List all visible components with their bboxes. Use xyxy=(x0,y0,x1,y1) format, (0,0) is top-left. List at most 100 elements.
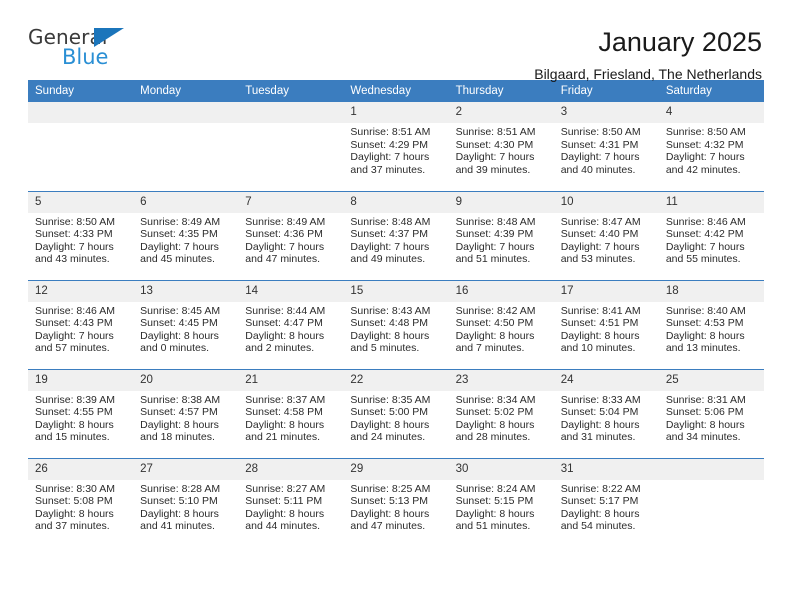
sunrise-time: Sunrise: 8:51 AM xyxy=(350,126,431,138)
calendar-day-cell[interactable]: 27 Sunrise: 8:28 AM Sunset: 5:10 PM Dayligh… xyxy=(133,457,239,548)
calendar-week-row: 5 Sunrise: 8:50 AM Sunset: 4:33 PM Daylight… xyxy=(28,190,764,280)
daylight-duration-line-2: and 13 minutes. xyxy=(665,342,741,355)
day-cell-inner: 8 Sunrise: 8:48 AM Sunset: 4:37 PM Daylight… xyxy=(343,191,449,280)
sunset-time: Sunset: 4:53 PM xyxy=(665,317,744,330)
daylight-duration-line-1: Daylight: 7 hours xyxy=(455,151,535,164)
day-cell-inner xyxy=(238,102,344,191)
page-subtitle: Bilgaard, Friesland, The Netherlands xyxy=(534,66,762,82)
daylight-duration-line-1: Daylight: 8 hours xyxy=(35,418,114,431)
sunset-time: Sunset: 4:50 PM xyxy=(455,317,534,330)
day-details: Sunrise: 8:31 AM Sunset: 5:06 PM Daylight:… xyxy=(659,391,764,444)
daylight-duration-line-2: and 7 minutes. xyxy=(455,342,525,355)
calendar-day-cell[interactable]: 25 Sunrise: 8:31 AM Sunset: 5:06 PM Dayligh… xyxy=(658,368,764,458)
calendar-day-cell[interactable]: 2 Sunrise: 8:51 AM Sunset: 4:30 PM Daylight… xyxy=(448,102,554,191)
calendar-day-cell[interactable]: 17 Sunrise: 8:41 AM Sunset: 4:51 PM Dayligh… xyxy=(553,279,659,369)
sunrise-time: Sunrise: 8:48 AM xyxy=(350,215,431,228)
sunset-time: Sunset: 4:30 PM xyxy=(455,138,534,151)
daylight-duration-line-2: and 43 minutes. xyxy=(35,253,110,266)
day-cell-inner: 13 Sunrise: 8:45 AM Sunset: 4:45 PM Dayligh… xyxy=(133,280,239,369)
day-number: 31 xyxy=(553,458,659,480)
daylight-duration-line-1: Daylight: 8 hours xyxy=(350,507,430,520)
sunset-time: Sunset: 4:58 PM xyxy=(245,406,323,419)
calendar-day-cell[interactable]: 23 Sunrise: 8:34 AM Sunset: 5:02 PM Dayligh… xyxy=(448,368,554,458)
day-cell-inner: 3 Sunrise: 8:50 AM Sunset: 4:31 PM Daylight… xyxy=(553,102,659,191)
sunset-time: Sunset: 4:45 PM xyxy=(140,317,218,330)
calendar-empty-cell xyxy=(238,102,344,191)
day-cell-inner: 29 Sunrise: 8:25 AM Sunset: 5:13 PM Dayligh… xyxy=(343,458,449,548)
day-number: 19 xyxy=(28,369,134,391)
calendar-day-cell[interactable]: 31 Sunrise: 8:22 AM Sunset: 5:17 PM Dayligh… xyxy=(553,457,659,548)
daylight-duration-line-2: and 31 minutes. xyxy=(560,431,636,444)
calendar-day-cell[interactable]: 8 Sunrise: 8:48 AM Sunset: 4:37 PM Daylight… xyxy=(343,190,449,280)
sunset-time: Sunset: 4:55 PM xyxy=(35,406,113,419)
day-cell-inner: 14 Sunrise: 8:44 AM Sunset: 4:47 PM Dayligh… xyxy=(238,280,344,369)
daylight-duration-line-1: Daylight: 7 hours xyxy=(665,240,745,253)
daylight-duration-line-1: Daylight: 8 hours xyxy=(665,329,745,342)
calendar-day-cell[interactable]: 22 Sunrise: 8:35 AM Sunset: 5:00 PM Dayligh… xyxy=(343,368,449,458)
day-details: Sunrise: 8:51 AM Sunset: 4:29 PM Daylight:… xyxy=(343,123,448,176)
day-details: Sunrise: 8:49 AM Sunset: 4:36 PM Daylight:… xyxy=(238,213,343,266)
sunrise-time: Sunrise: 8:45 AM xyxy=(140,304,221,317)
sunrise-time: Sunrise: 8:41 AM xyxy=(560,304,641,317)
day-number: 16 xyxy=(448,280,554,302)
sunrise-time: Sunrise: 8:47 AM xyxy=(560,215,641,228)
calendar-day-cell[interactable]: 12 Sunrise: 8:46 AM Sunset: 4:43 PM Dayligh… xyxy=(28,279,134,369)
calendar-day-cell[interactable]: 26 Sunrise: 8:30 AM Sunset: 5:08 PM Dayligh… xyxy=(28,457,134,547)
calendar-day-cell[interactable]: 30 Sunrise: 8:24 AM Sunset: 5:15 PM Dayligh… xyxy=(448,457,554,547)
calendar-week-row: 19 Sunrise: 8:39 AM Sunset: 4:55 PM Dayligh… xyxy=(28,368,764,458)
calendar-day-cell[interactable]: 4 Sunrise: 8:50 AM Sunset: 4:32 PM Daylight… xyxy=(658,102,764,191)
calendar-body: 1 Sunrise: 8:51 AM Sunset: 4:29 PM Daylight… xyxy=(28,102,764,547)
day-number: 10 xyxy=(553,191,659,213)
daylight-duration-line-1: Daylight: 8 hours xyxy=(665,418,745,431)
calendar-day-cell[interactable]: 7 Sunrise: 8:49 AM Sunset: 4:36 PM Daylight… xyxy=(238,190,344,280)
sunset-time: Sunset: 4:36 PM xyxy=(245,228,323,241)
daylight-duration-line-1: Daylight: 8 hours xyxy=(245,418,325,431)
sunrise-sunset-calendar: Sunday Monday Tuesday Wednesday Thursday… xyxy=(28,80,764,547)
daylight-duration-line-1: Daylight: 7 hours xyxy=(560,240,640,253)
day-details: Sunrise: 8:22 AM Sunset: 5:17 PM Daylight:… xyxy=(554,480,659,533)
day-number: 21 xyxy=(238,369,344,391)
calendar-day-cell[interactable]: 21 Sunrise: 8:37 AM Sunset: 4:58 PM Dayligh… xyxy=(238,368,344,458)
calendar-day-cell[interactable]: 15 Sunrise: 8:43 AM Sunset: 4:48 PM Dayligh… xyxy=(343,279,449,369)
calendar-day-cell[interactable]: 14 Sunrise: 8:44 AM Sunset: 4:47 PM Dayligh… xyxy=(238,279,344,369)
day-cell-inner: 27 Sunrise: 8:28 AM Sunset: 5:10 PM Dayligh… xyxy=(133,458,239,548)
day-cell-inner: 16 Sunrise: 8:42 AM Sunset: 4:50 PM Dayligh… xyxy=(448,280,554,369)
sunrise-time: Sunrise: 8:48 AM xyxy=(455,215,536,228)
calendar-day-cell[interactable]: 3 Sunrise: 8:50 AM Sunset: 4:31 PM Daylight… xyxy=(553,102,659,191)
day-number: 30 xyxy=(448,458,554,480)
calendar-day-cell[interactable]: 9 Sunrise: 8:48 AM Sunset: 4:39 PM Daylight… xyxy=(448,190,554,280)
sunrise-time: Sunrise: 8:33 AM xyxy=(560,393,641,406)
calendar-day-cell[interactable]: 24 Sunrise: 8:33 AM Sunset: 5:04 PM Dayligh… xyxy=(553,368,659,458)
calendar-day-cell[interactable]: 10 Sunrise: 8:47 AM Sunset: 4:40 PM Dayligh… xyxy=(553,190,659,280)
calendar-day-cell[interactable]: 6 Sunrise: 8:49 AM Sunset: 4:35 PM Daylight… xyxy=(133,190,239,280)
day-cell-inner: 28 Sunrise: 8:27 AM Sunset: 5:11 PM Dayligh… xyxy=(238,458,344,548)
calendar-day-cell[interactable]: 11 Sunrise: 8:46 AM Sunset: 4:42 PM Dayligh… xyxy=(658,190,764,280)
day-details: Sunrise: 8:42 AM Sunset: 4:50 PM Daylight:… xyxy=(449,302,554,355)
calendar-day-cell[interactable]: 28 Sunrise: 8:27 AM Sunset: 5:11 PM Dayligh… xyxy=(238,457,344,548)
daylight-duration-line-1: Daylight: 7 hours xyxy=(455,240,535,253)
calendar-day-cell[interactable]: 20 Sunrise: 8:38 AM Sunset: 4:57 PM Dayligh… xyxy=(133,368,239,458)
calendar-day-cell[interactable]: 19 Sunrise: 8:39 AM Sunset: 4:55 PM Dayligh… xyxy=(28,368,134,458)
calendar-day-cell[interactable]: 29 Sunrise: 8:25 AM Sunset: 5:13 PM Dayligh… xyxy=(343,457,449,548)
day-number: 2 xyxy=(448,102,554,123)
daylight-duration-line-2: and 28 minutes. xyxy=(455,431,531,444)
sunset-time: Sunset: 5:02 PM xyxy=(455,406,534,419)
calendar-day-cell[interactable]: 18 Sunrise: 8:40 AM Sunset: 4:53 PM Dayligh… xyxy=(658,279,764,369)
sunset-time: Sunset: 5:04 PM xyxy=(560,406,639,419)
sunrise-time: Sunrise: 8:46 AM xyxy=(35,304,115,317)
daylight-duration-line-2: and 47 minutes. xyxy=(245,253,320,266)
sunset-time: Sunset: 4:57 PM xyxy=(140,406,218,419)
calendar-day-cell[interactable]: 13 Sunrise: 8:45 AM Sunset: 4:45 PM Dayligh… xyxy=(133,279,239,369)
day-number: 8 xyxy=(343,191,449,213)
sunrise-time: Sunrise: 8:46 AM xyxy=(665,215,746,228)
calendar-day-cell[interactable]: 5 Sunrise: 8:50 AM Sunset: 4:33 PM Daylight… xyxy=(28,190,134,280)
daylight-duration-line-2: and 45 minutes. xyxy=(140,253,215,266)
daylight-duration-line-2: and 41 minutes. xyxy=(140,520,215,533)
sunrise-time: Sunrise: 8:44 AM xyxy=(245,304,326,317)
day-cell-inner: 31 Sunrise: 8:22 AM Sunset: 5:17 PM Dayligh… xyxy=(553,458,659,548)
day-details: Sunrise: 8:41 AM Sunset: 4:51 PM Daylight:… xyxy=(554,302,659,355)
calendar-day-cell[interactable]: 16 Sunrise: 8:42 AM Sunset: 4:50 PM Dayligh… xyxy=(448,279,554,369)
sunrise-time: Sunrise: 8:34 AM xyxy=(455,393,536,406)
calendar-day-cell[interactable]: 1 Sunrise: 8:51 AM Sunset: 4:29 PM Daylight… xyxy=(343,102,449,191)
day-cell-inner: 1 Sunrise: 8:51 AM Sunset: 4:29 PM Daylight… xyxy=(343,102,449,191)
